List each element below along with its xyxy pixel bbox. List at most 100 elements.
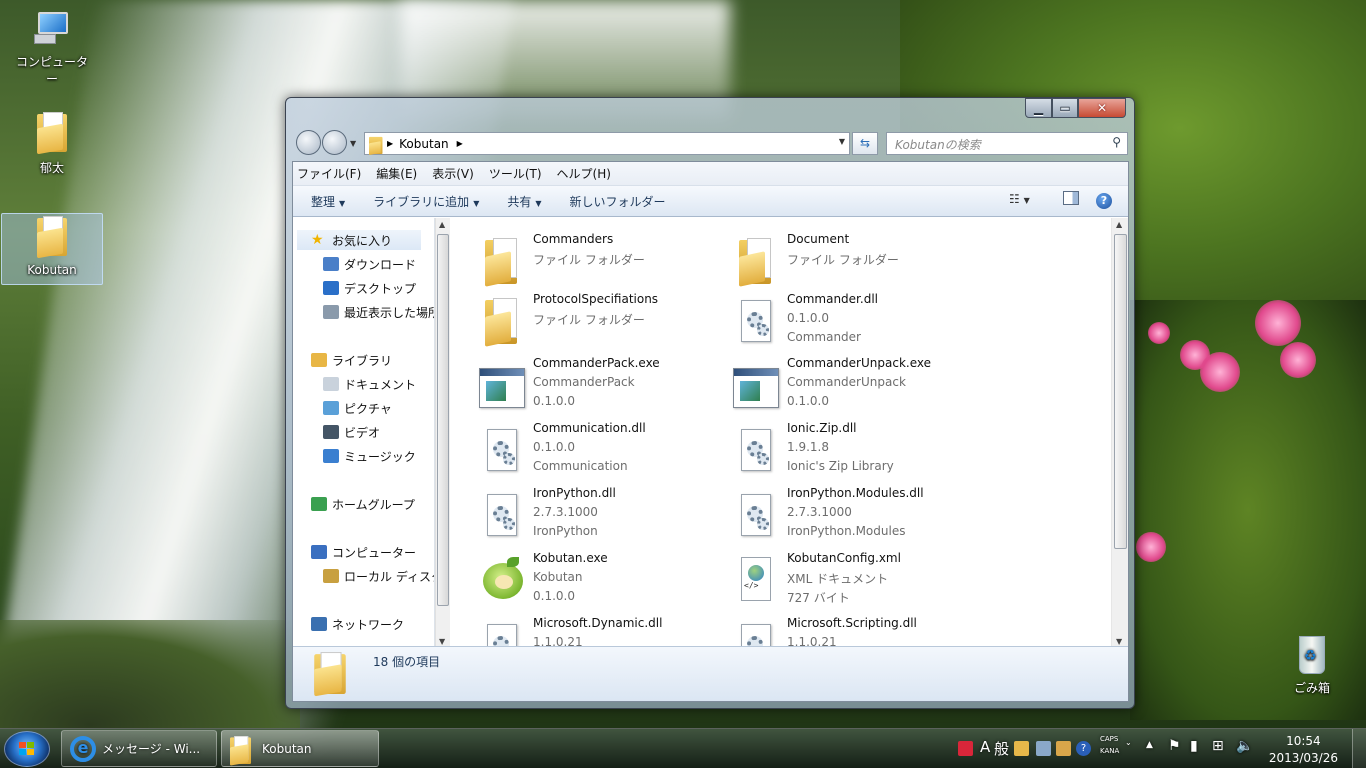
file-item[interactable]: CommanderPack.exe CommanderPack 0.1.0.0	[467, 356, 721, 418]
scrollbar-thumb[interactable]	[437, 234, 449, 606]
action-center-flag-icon[interactable]: ⚑	[1168, 738, 1181, 754]
forward-button[interactable]	[322, 130, 347, 155]
ime-dictionary-icon[interactable]	[1014, 741, 1029, 756]
taskbar-button-messages[interactable]: e メッセージ - Wi...	[61, 730, 217, 767]
file-detail-line: ファイル フォルダー	[787, 253, 899, 267]
search-icon[interactable]: ⚲	[1112, 135, 1121, 149]
windows-logo-icon	[19, 742, 35, 756]
app-tray-icon[interactable]	[958, 741, 973, 756]
ime-conversion-indicator[interactable]: 般	[994, 738, 1009, 759]
ime-tool-icon[interactable]	[1036, 741, 1051, 756]
scroll-down-icon[interactable]: ▼	[439, 637, 445, 646]
search-input[interactable]: Kobutanの検索 ⚲	[886, 132, 1128, 155]
file-item[interactable]: Document ファイル フォルダー	[721, 232, 975, 294]
nav-item[interactable]: ライブラリ	[311, 350, 392, 370]
scroll-up-icon[interactable]: ▲	[1116, 220, 1122, 229]
refresh-button[interactable]: ⇆	[852, 132, 878, 155]
file-item[interactable]: ProtocolSpecifiations ファイル フォルダー	[467, 292, 721, 354]
close-button[interactable]: ✕	[1078, 98, 1126, 118]
file-item[interactable]: Commander.dll 0.1.0.0 Commander	[721, 292, 975, 354]
minimize-button[interactable]: ▁	[1025, 98, 1052, 118]
new-folder-button[interactable]: 新しいフォルダー	[570, 193, 666, 210]
address-bar[interactable]: ▶ Kobutan ▶ ▼	[364, 132, 850, 155]
add-to-library-button[interactable]: ライブラリに追加 ▼	[373, 193, 479, 210]
desktop-icon-recycle-bin[interactable]: ♻ ごみ箱	[1272, 632, 1352, 696]
file-item[interactable]: Commanders ファイル フォルダー	[467, 232, 721, 294]
file-name: Kobutan.exe	[533, 551, 608, 565]
dll-gear-icon	[733, 620, 779, 648]
taskbar-button-kobutan[interactable]: Kobutan	[221, 730, 379, 767]
nav-item-label: ローカル ディスク (C:)	[344, 569, 434, 584]
nav-item[interactable]: デスクトップ	[323, 278, 416, 298]
menu-help[interactable]: ヘルプ(H)	[557, 165, 611, 182]
breadcrumb-kobutan[interactable]: Kobutan	[399, 137, 449, 151]
ime-options-icon[interactable]: ⌄	[1125, 738, 1132, 747]
file-item[interactable]: </> KobutanConfig.xml XML ドキュメント 727 バイト	[721, 551, 975, 613]
file-item[interactable]: Microsoft.Dynamic.dll 1.1.0.21	[467, 616, 721, 648]
organize-button[interactable]: 整理 ▼	[311, 193, 345, 210]
file-item[interactable]: Ionic.Zip.dll 1.9.1.8 Ionic's Zip Library	[721, 421, 975, 483]
nav-item-label: ビデオ	[344, 425, 381, 440]
address-dropdown-icon[interactable]: ▼	[839, 137, 845, 146]
clock[interactable]: 10:54 2013/03/26	[1269, 733, 1338, 767]
file-name: CommanderUnpack.exe	[787, 356, 931, 370]
scroll-up-icon[interactable]: ▲	[439, 220, 445, 229]
file-item[interactable]: Communication.dll 0.1.0.0 Communication	[467, 421, 721, 483]
file-item[interactable]: CommanderUnpack.exe CommanderUnpack 0.1.0.…	[721, 356, 975, 418]
show-hidden-icons-icon[interactable]: ▲	[1146, 740, 1153, 750]
nav-item[interactable]: ★ お気に入り	[297, 230, 421, 250]
nav-item[interactable]: ローカル ディスク (C:)	[323, 566, 434, 586]
nav-item[interactable]: コンピューター	[311, 542, 416, 562]
preview-pane-button[interactable]	[1063, 191, 1079, 205]
desktop-icon-user-folder[interactable]: 郁太	[12, 112, 92, 176]
nav-item[interactable]: ドキュメント	[323, 374, 416, 394]
ime-pad-icon[interactable]	[1056, 741, 1071, 756]
menu-tools[interactable]: ツール(T)	[489, 165, 542, 182]
maximize-button[interactable]: ▭	[1052, 98, 1078, 118]
music-icon	[323, 449, 339, 463]
scroll-down-icon[interactable]: ▼	[1116, 637, 1122, 646]
nav-item[interactable]: ホームグループ	[311, 494, 415, 514]
nav-item[interactable]: ミュージック	[323, 446, 416, 466]
nav-item[interactable]: ピクチャ	[323, 398, 392, 418]
safely-remove-hardware-icon[interactable]: ▮	[1190, 738, 1198, 754]
start-button[interactable]	[4, 731, 50, 767]
file-detail-line: Ionic's Zip Library	[787, 459, 894, 473]
ime-help-icon[interactable]: ?	[1076, 741, 1091, 756]
internet-explorer-icon: e	[70, 736, 96, 762]
file-list-scrollbar[interactable]: ▲ ▼	[1111, 218, 1128, 648]
pictures-icon	[323, 401, 339, 415]
file-detail-line: Kobutan	[533, 570, 583, 584]
change-view-button[interactable]: ☷ ▼	[1009, 192, 1030, 206]
nav-item[interactable]: 最近表示した場所	[323, 302, 434, 322]
file-name: Microsoft.Dynamic.dll	[533, 616, 663, 630]
navigation-pane-scrollbar[interactable]: ▲ ▼	[435, 218, 450, 648]
volume-icon[interactable]: 🔈	[1236, 738, 1253, 754]
breadcrumb-separator-icon[interactable]: ▶	[457, 139, 463, 148]
network-tray-icon[interactable]: ⊞	[1212, 738, 1224, 754]
ime-mode-indicator[interactable]: A	[980, 738, 990, 756]
nav-item[interactable]: ネットワーク	[311, 614, 404, 634]
file-detail-line: 2.7.3.1000	[533, 505, 598, 519]
desktop-icon-kobutan[interactable]: Kobutan	[1, 213, 103, 285]
file-detail-line: Communication	[533, 459, 628, 473]
file-item[interactable]: IronPython.dll 2.7.3.1000 IronPython	[467, 486, 721, 548]
back-button[interactable]	[296, 130, 321, 155]
file-item[interactable]: IronPython.Modules.dll 2.7.3.1000 IronPyth…	[721, 486, 975, 548]
nav-item[interactable]: ビデオ	[323, 422, 380, 442]
scrollbar-thumb[interactable]	[1114, 234, 1127, 549]
recent-pages-dropdown-icon[interactable]: ▼	[350, 139, 356, 148]
menu-view[interactable]: 表示(V)	[432, 165, 474, 182]
desktop-icon-label: コンピューター	[15, 55, 88, 86]
desktop-icon-computer[interactable]: コンピューター	[12, 10, 92, 87]
show-desktop-button[interactable]	[1352, 729, 1366, 768]
nav-item[interactable]: ダウンロード	[323, 254, 416, 274]
clock-time: 10:54	[1286, 734, 1321, 748]
menu-file[interactable]: ファイル(F)	[297, 165, 361, 182]
share-button[interactable]: 共有 ▼	[507, 193, 541, 210]
menu-edit[interactable]: 編集(E)	[376, 165, 417, 182]
file-item[interactable]: Microsoft.Scripting.dll 1.1.0.21	[721, 616, 975, 648]
close-icon: ✕	[1096, 101, 1108, 115]
file-item[interactable]: Kobutan.exe Kobutan 0.1.0.0	[467, 551, 721, 613]
help-button[interactable]: ?	[1096, 193, 1112, 209]
